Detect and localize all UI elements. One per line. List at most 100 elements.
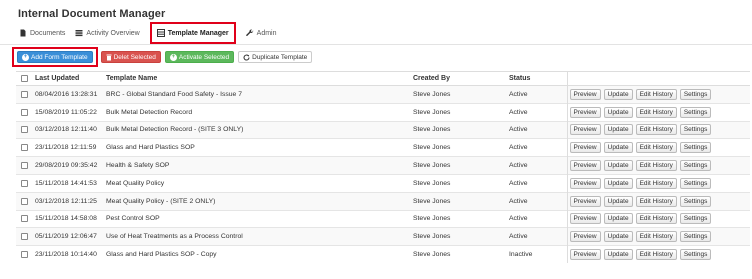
edit-history-button[interactable]: Edit History [635, 142, 677, 154]
settings-button[interactable]: Settings [679, 177, 712, 189]
cell-actions: Preview Update Edit History Settings [566, 120, 750, 139]
row-select-cell [16, 245, 31, 264]
add-form-template-button[interactable]: + Add Form Template [17, 51, 93, 63]
header-template-name[interactable]: Template Name [102, 71, 409, 86]
cell-created-by: Steve Jones [409, 191, 505, 211]
templates-table: Last Updated Template Name Created By St… [16, 71, 750, 264]
preview-button[interactable]: Preview [569, 231, 601, 243]
update-button[interactable]: Update [603, 249, 633, 261]
cell-last-updated: 15/11/2018 14:41:53 [31, 173, 102, 193]
edit-history-button[interactable]: Edit History [635, 231, 677, 243]
update-button[interactable]: Update [603, 213, 633, 225]
nav-template-manager[interactable]: Template Manager [145, 22, 241, 44]
cell-status: Active [505, 209, 567, 228]
cell-actions: Preview Update Edit History Settings [566, 191, 750, 211]
row-checkbox[interactable] [21, 108, 28, 116]
header-created-by[interactable]: Created By [409, 71, 505, 86]
row-checkbox[interactable] [21, 126, 28, 134]
activate-selected-button[interactable]: + Activate Selected [164, 51, 235, 63]
delete-selected-button[interactable]: Delet Selected [100, 51, 161, 63]
update-button[interactable]: Update [603, 177, 633, 189]
row-select-cell [16, 173, 31, 193]
row-checkbox[interactable] [21, 197, 28, 205]
preview-button[interactable]: Preview [569, 195, 601, 207]
cell-template-name: BRC - Global Standard Food Safety - Issu… [102, 85, 409, 104]
settings-button[interactable]: Settings [679, 195, 712, 207]
update-button[interactable]: Update [603, 88, 633, 100]
plus-circle-icon: + [22, 53, 29, 61]
template-manager-tab[interactable]: Template Manager [149, 22, 236, 44]
nav-documents[interactable]: Documents [14, 22, 70, 44]
trash-icon [106, 54, 112, 61]
preview-button[interactable]: Preview [569, 124, 601, 136]
row-checkbox[interactable] [21, 251, 28, 259]
cell-actions: Preview Update Edit History Settings [566, 85, 750, 104]
cell-template-name: Health & Safety SOP [102, 156, 409, 175]
row-checkbox[interactable] [21, 215, 28, 223]
row-checkbox[interactable] [21, 233, 28, 241]
preview-button[interactable]: Preview [569, 177, 601, 189]
row-checkbox[interactable] [21, 90, 28, 98]
table-row: 03/12/2018 12:11:40 Bulk Metal Detection … [16, 120, 750, 139]
settings-button[interactable]: Settings [679, 124, 712, 136]
nav-admin-label: Admin [256, 29, 277, 37]
cell-last-updated: 29/08/2019 09:35:42 [31, 156, 102, 175]
settings-button[interactable]: Settings [679, 249, 712, 261]
preview-button[interactable]: Preview [569, 160, 601, 172]
edit-history-button[interactable]: Edit History [635, 160, 677, 172]
cell-created-by: Steve Jones [409, 102, 505, 122]
preview-button[interactable]: Preview [569, 213, 601, 225]
edit-history-button[interactable]: Edit History [635, 213, 677, 225]
header-status[interactable]: Status [505, 71, 567, 86]
settings-button[interactable]: Settings [679, 160, 712, 172]
settings-button[interactable]: Settings [679, 231, 712, 243]
row-select-cell [16, 85, 31, 104]
edit-history-button[interactable]: Edit History [635, 106, 677, 118]
cell-last-updated: 23/11/2018 12:11:59 [31, 138, 102, 157]
preview-button[interactable]: Preview [569, 106, 601, 118]
nav-activity-overview[interactable]: Activity Overview [70, 22, 144, 44]
row-checkbox[interactable] [21, 144, 28, 152]
settings-button[interactable]: Settings [679, 88, 712, 100]
table-header-row: Last Updated Template Name Created By St… [16, 71, 750, 86]
update-button[interactable]: Update [603, 160, 633, 172]
nav-admin[interactable]: Admin [241, 22, 282, 44]
edit-history-button[interactable]: Edit History [635, 177, 677, 189]
list-icon [75, 29, 83, 37]
update-button[interactable]: Update [603, 231, 633, 243]
row-checkbox[interactable] [21, 161, 28, 169]
settings-button[interactable]: Settings [679, 106, 712, 118]
cell-template-name: Glass and Hard Plastics SOP - Copy [102, 245, 409, 264]
cell-actions: Preview Update Edit History Settings [566, 245, 750, 264]
select-all-checkbox[interactable] [21, 74, 28, 82]
preview-button[interactable]: Preview [569, 88, 601, 100]
preview-button[interactable]: Preview [569, 249, 601, 261]
update-button[interactable]: Update [603, 142, 633, 154]
cell-status: Active [505, 85, 567, 104]
nav-template-manager-label: Template Manager [167, 29, 229, 37]
settings-button[interactable]: Settings [679, 142, 712, 154]
cell-actions: Preview Update Edit History Settings [566, 227, 750, 246]
table-row: 15/11/2018 14:41:53 Meat Quality Policy St… [16, 173, 750, 193]
edit-history-button[interactable]: Edit History [635, 195, 677, 207]
update-button[interactable]: Update [603, 124, 633, 136]
update-button[interactable]: Update [603, 106, 633, 118]
cell-actions: Preview Update Edit History Settings [566, 102, 750, 122]
cell-status: Active [505, 138, 567, 157]
edit-history-button[interactable]: Edit History [635, 124, 677, 136]
settings-button[interactable]: Settings [679, 213, 712, 225]
plus-circle-icon: + [169, 53, 177, 61]
cell-created-by: Steve Jones [409, 245, 505, 264]
cell-template-name: Bulk Metal Detection Record [102, 102, 409, 122]
preview-button[interactable]: Preview [569, 142, 601, 154]
header-last-updated[interactable]: Last Updated [31, 71, 102, 86]
update-button[interactable]: Update [603, 195, 633, 207]
duplicate-template-label: Duplicate Template [252, 53, 308, 61]
table-row: 23/11/2018 12:11:59 Glass and Hard Plasti… [16, 138, 750, 157]
add-form-template-label: Add Form Template [31, 53, 88, 61]
edit-history-button[interactable]: Edit History [635, 88, 677, 100]
table-row: 23/11/2018 10:14:40 Glass and Hard Plasti… [16, 245, 750, 264]
duplicate-template-button[interactable]: Duplicate Template [238, 51, 313, 63]
row-checkbox[interactable] [21, 179, 28, 187]
edit-history-button[interactable]: Edit History [635, 249, 677, 261]
